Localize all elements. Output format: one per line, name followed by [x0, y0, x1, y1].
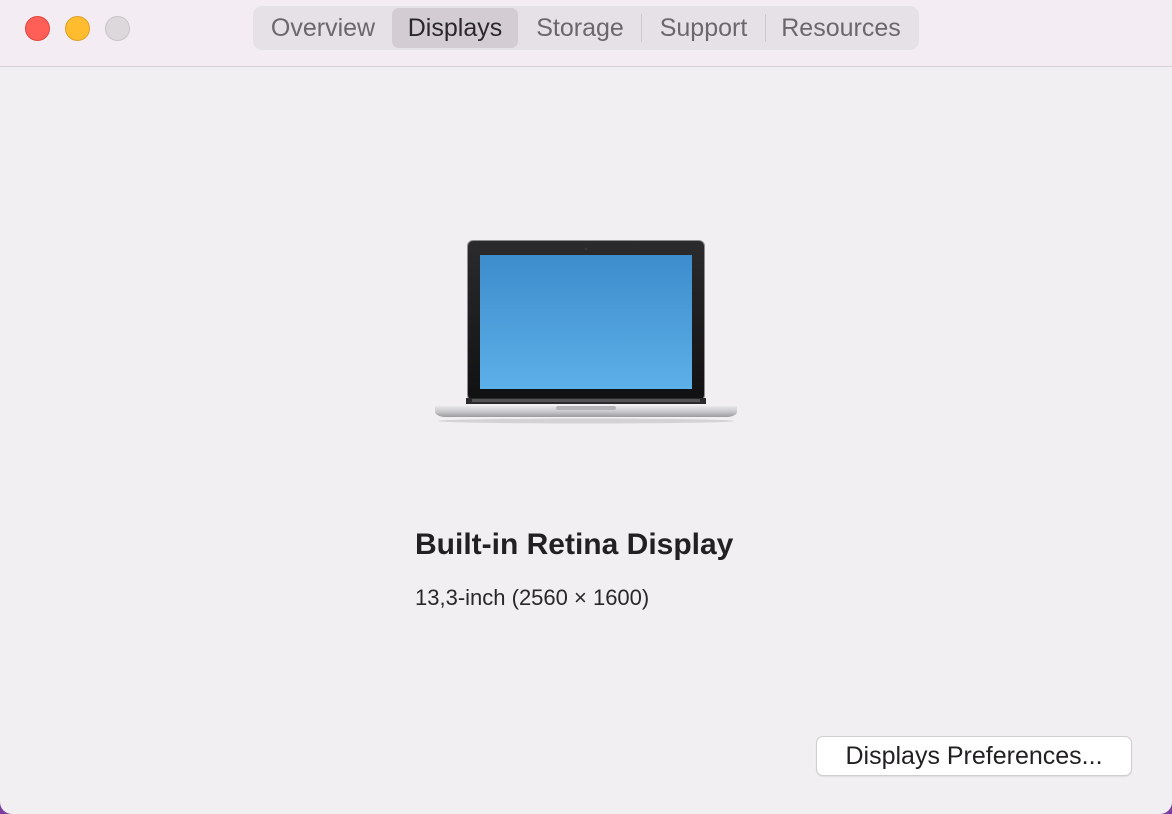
segmented-tab-control: Overview Displays Storage Support Resour…: [253, 6, 919, 50]
title-bar: Overview Displays Storage Support Resour…: [0, 0, 1172, 67]
minimize-window-button[interactable]: [65, 16, 90, 41]
close-window-button[interactable]: [25, 16, 50, 41]
displays-preferences-button[interactable]: Displays Preferences...: [816, 736, 1132, 776]
tab-storage[interactable]: Storage: [519, 8, 641, 48]
tab-overview[interactable]: Overview: [255, 8, 391, 48]
macbook-pro-icon: [432, 238, 740, 428]
zoom-window-button[interactable]: [105, 16, 130, 41]
about-this-mac-window: Overview Displays Storage Support Resour…: [0, 0, 1172, 814]
display-spec: 13,3-inch (2560 × 1600): [415, 585, 650, 610]
tab-support[interactable]: Support: [642, 8, 765, 48]
tab-displays[interactable]: Displays: [392, 8, 518, 48]
display-name: Built-in Retina Display: [415, 528, 734, 561]
tab-resources[interactable]: Resources: [766, 8, 916, 48]
